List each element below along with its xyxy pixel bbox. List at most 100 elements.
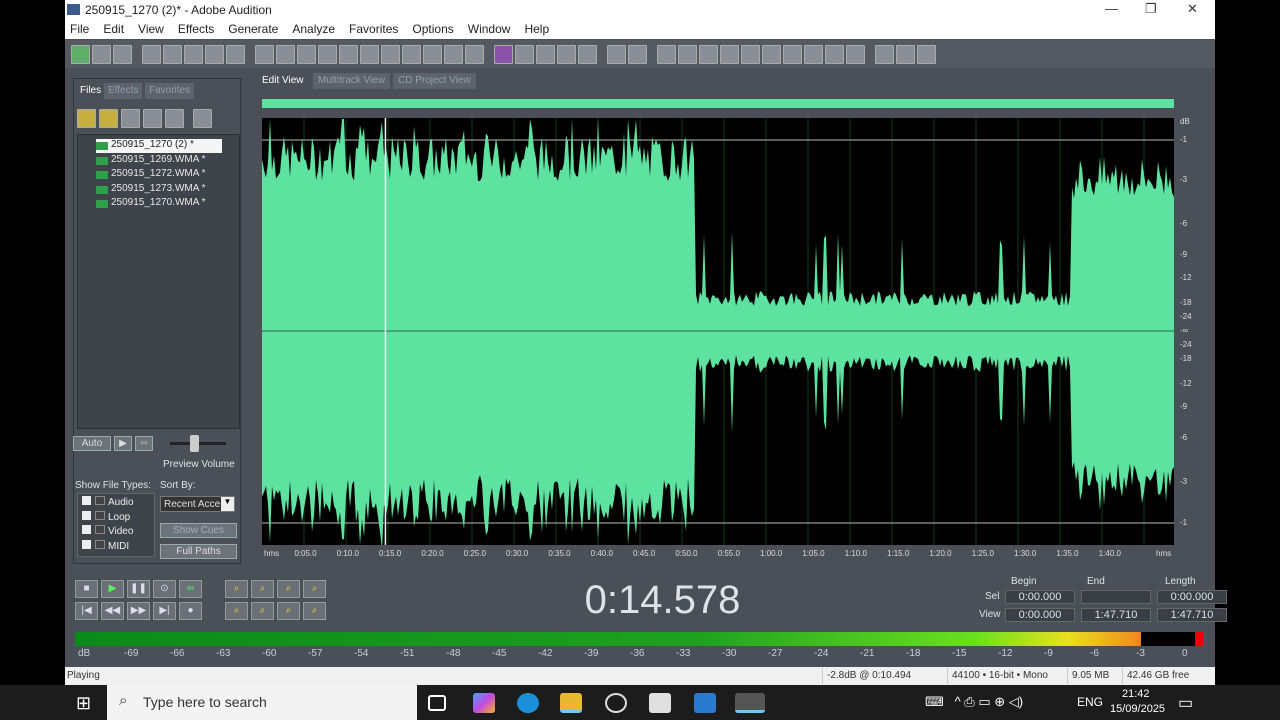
zoom-button-7[interactable]: ⌕ xyxy=(303,602,326,620)
play-to-end-button[interactable]: ⊙ xyxy=(153,580,176,598)
show-cues-button[interactable]: Show Cues xyxy=(160,523,237,538)
toolbar-button-15[interactable] xyxy=(402,44,421,64)
sel-length-field[interactable]: 0:00.000 xyxy=(1157,590,1227,604)
task-view-icon[interactable] xyxy=(428,695,446,711)
windows-start-icon[interactable]: ⊞ xyxy=(76,693,91,714)
toolbar-button-4[interactable] xyxy=(163,44,182,64)
toolbar-button-0[interactable] xyxy=(71,44,90,64)
pause-button[interactable]: ❚❚ xyxy=(127,580,150,598)
menu-effects[interactable]: Effects xyxy=(178,22,214,39)
toolbar-button-13[interactable] xyxy=(360,44,379,64)
folder-icon[interactable] xyxy=(99,109,118,128)
toolbar-button-5[interactable] xyxy=(184,44,203,64)
view-end-field[interactable]: 1:47.710 xyxy=(1081,608,1151,622)
toolbar-button-30[interactable] xyxy=(741,44,760,64)
file-explorer-icon[interactable] xyxy=(560,693,582,713)
toolbar-button-20[interactable] xyxy=(515,44,534,64)
full-paths-button[interactable]: Full Paths xyxy=(160,544,237,559)
menu-view[interactable]: View xyxy=(138,22,164,39)
tab-effects[interactable]: Effects xyxy=(104,83,143,99)
toolbar-button-34[interactable] xyxy=(825,44,844,64)
file-item[interactable]: 250915_1270 (2) * xyxy=(96,139,222,153)
view-begin-field[interactable]: 0:00.000 xyxy=(1005,608,1075,622)
toolbar-button-21[interactable] xyxy=(536,44,555,64)
toolbar-button-3[interactable] xyxy=(142,44,161,64)
zoom-button-1[interactable]: ⌕ xyxy=(251,580,274,598)
notifications-icon[interactable]: ▭ xyxy=(1178,693,1193,713)
play-button[interactable]: ▶ xyxy=(101,580,124,598)
go-start-button[interactable]: |◀ xyxy=(75,602,98,620)
toolbar-button-29[interactable] xyxy=(720,44,739,64)
toolbar-button-7[interactable] xyxy=(226,44,245,64)
sel-begin-field[interactable]: 0:00.000 xyxy=(1005,590,1075,604)
toolbar-button-11[interactable] xyxy=(318,44,337,64)
clock-date[interactable]: 15/09/2025 xyxy=(1110,703,1165,715)
file-item[interactable]: 250915_1270.WMA * xyxy=(96,197,206,211)
minimize-button[interactable]: — xyxy=(1105,1,1118,16)
zoom-button-2[interactable]: ⌕ xyxy=(277,580,300,598)
tray-icons[interactable]: ⌨ ^ ⎙ ▭ ⊕ ◁) xyxy=(925,694,1023,710)
menu-options[interactable]: Options xyxy=(412,22,453,39)
sort-by-select[interactable]: Recent Acce ▼ xyxy=(160,496,235,512)
menu-edit[interactable]: Edit xyxy=(103,22,124,39)
toolbar-button-28[interactable] xyxy=(699,44,718,64)
edge-icon[interactable] xyxy=(517,693,539,713)
zoom-button-4[interactable]: ⌕ xyxy=(225,602,248,620)
stop-button[interactable]: ■ xyxy=(75,580,98,598)
tab-cd-project-view[interactable]: CD Project View xyxy=(393,73,476,89)
toolbar-button-37[interactable] xyxy=(896,44,915,64)
toolbar-button-25[interactable] xyxy=(628,44,647,64)
clock-time[interactable]: 21:42 xyxy=(1122,688,1150,700)
menu-favorites[interactable]: Favorites xyxy=(349,22,398,39)
checkbox-checked-icon[interactable] xyxy=(82,510,91,520)
toolbar-button-24[interactable] xyxy=(607,44,626,64)
zoom-button-0[interactable]: ⌕ xyxy=(225,580,248,598)
toolbar-button-1[interactable] xyxy=(92,44,111,64)
mail-icon[interactable] xyxy=(694,693,716,713)
tab-edit-view[interactable]: Edit View xyxy=(257,73,309,89)
clip-indicator[interactable] xyxy=(1195,632,1203,646)
view-length-field[interactable]: 1:47.710 xyxy=(1157,608,1227,622)
record-button[interactable]: ● xyxy=(179,602,202,620)
overview-bar[interactable] xyxy=(262,99,1174,108)
toolbar-button-38[interactable] xyxy=(917,44,936,64)
tab-files[interactable]: Files xyxy=(76,83,106,99)
clock-app-icon[interactable] xyxy=(605,693,627,713)
copilot-icon[interactable] xyxy=(473,693,495,713)
file-type-loop[interactable]: Loop xyxy=(82,510,130,523)
file-type-video[interactable]: Video xyxy=(82,525,133,537)
cd-icon[interactable] xyxy=(143,109,162,128)
preview-play-button[interactable]: ▶ xyxy=(114,436,132,451)
menu-generate[interactable]: Generate xyxy=(228,22,278,39)
toolbar-button-32[interactable] xyxy=(783,44,802,64)
checkbox-checked-icon[interactable] xyxy=(82,496,91,505)
tab-multitrack-view[interactable]: Multitrack View xyxy=(313,73,391,89)
toolbar-button-18[interactable] xyxy=(465,44,484,64)
preview-loop-button[interactable]: ▫▫ xyxy=(135,436,153,451)
file-type-midi[interactable]: MIDI xyxy=(82,539,129,552)
sel-end-field[interactable] xyxy=(1081,590,1151,604)
rewind-button[interactable]: ◀◀ xyxy=(101,602,124,620)
menu-help[interactable]: Help xyxy=(524,22,549,39)
toolbar-button-36[interactable] xyxy=(875,44,894,64)
menu-file[interactable]: File xyxy=(70,22,89,39)
toolbar-button-17[interactable] xyxy=(444,44,463,64)
toolbar-button-10[interactable] xyxy=(297,44,316,64)
file-item[interactable]: 250915_1273.WMA * xyxy=(96,183,206,197)
toolbar-button-19[interactable] xyxy=(494,44,513,64)
file-item[interactable]: 250915_1272.WMA * xyxy=(96,168,206,182)
close-button[interactable]: ✕ xyxy=(1187,1,1198,17)
loop-button[interactable]: ∞ xyxy=(179,580,202,598)
file-type-audio[interactable]: Audio xyxy=(82,496,134,508)
toolbar-button-23[interactable] xyxy=(578,44,597,64)
toolbar-button-22[interactable] xyxy=(557,44,576,64)
toolbar-button-27[interactable] xyxy=(678,44,697,64)
fast-forward-button[interactable]: ▶▶ xyxy=(127,602,150,620)
toolbar-button-14[interactable] xyxy=(381,44,400,64)
import-icon[interactable] xyxy=(121,109,140,128)
toolbar-button-33[interactable] xyxy=(804,44,823,64)
language-indicator[interactable]: ENG xyxy=(1077,695,1103,709)
toolbar-button-26[interactable] xyxy=(657,44,676,64)
menu-analyze[interactable]: Analyze xyxy=(292,22,335,39)
slider-handle[interactable] xyxy=(190,435,199,452)
